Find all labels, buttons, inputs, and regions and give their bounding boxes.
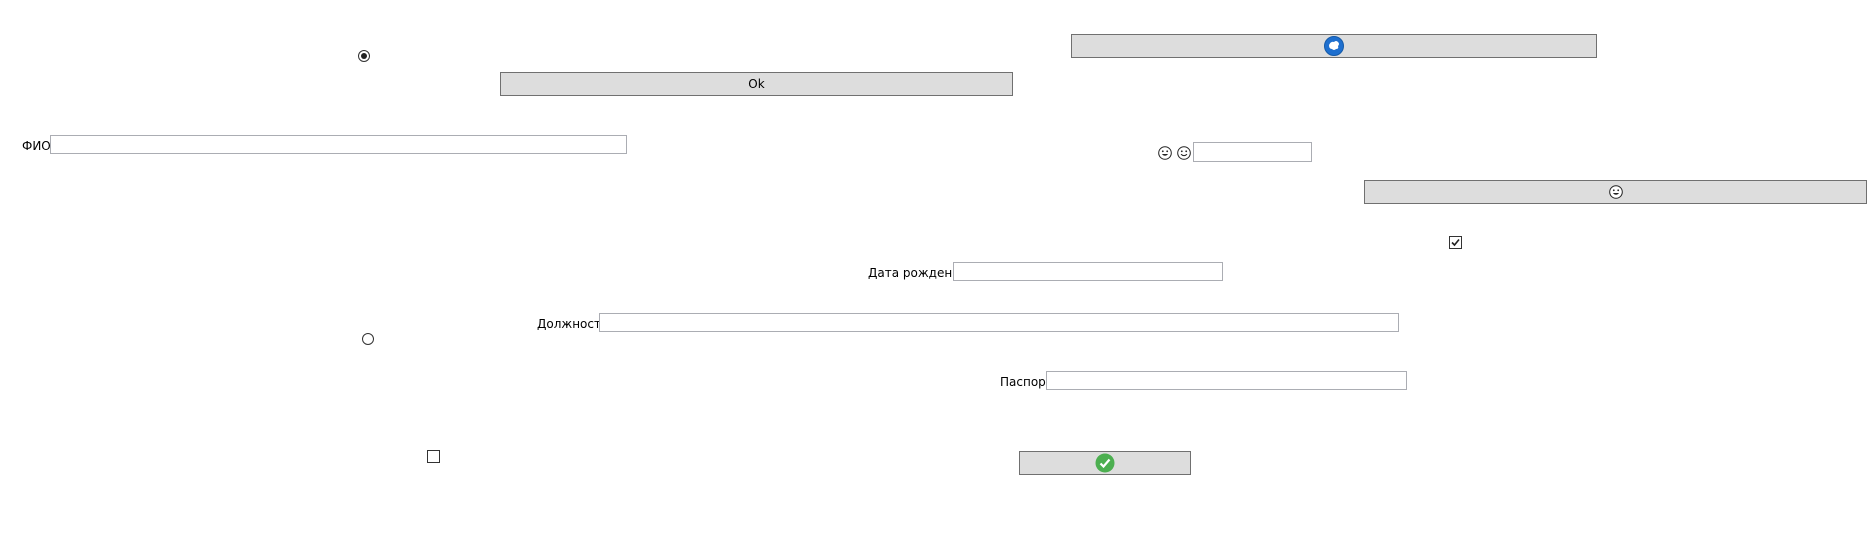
- radio-option-2[interactable]: [362, 333, 374, 345]
- blue-globe-icon: [1324, 36, 1344, 56]
- smiling-face-icon: [1177, 146, 1191, 160]
- ok-button-label: Ok: [748, 77, 765, 91]
- passport-input[interactable]: [1046, 371, 1407, 390]
- fio-label: ФИО: [22, 139, 51, 153]
- small-input[interactable]: [1193, 142, 1312, 162]
- passport-label: Паспорт: [1000, 375, 1053, 389]
- position-input[interactable]: [599, 313, 1399, 332]
- globe-button[interactable]: [1071, 34, 1597, 58]
- checkmark-icon: [1451, 238, 1460, 247]
- smiley-face-icon: [1608, 185, 1623, 199]
- checkbox-checked[interactable]: [1449, 236, 1462, 249]
- radio-option-1[interactable]: [358, 50, 370, 62]
- green-checkmark-icon: [1095, 453, 1115, 473]
- ok-button[interactable]: Ok: [500, 72, 1013, 96]
- birth-date-input[interactable]: [953, 262, 1223, 281]
- fio-input[interactable]: [50, 135, 627, 154]
- confirm-button[interactable]: [1019, 451, 1191, 475]
- radio-selected-dot: [361, 53, 367, 59]
- checkbox-unchecked[interactable]: [427, 450, 440, 463]
- grinning-face-icon: [1158, 146, 1172, 160]
- position-label: Должность: [537, 317, 609, 331]
- emoji-button[interactable]: [1364, 180, 1867, 204]
